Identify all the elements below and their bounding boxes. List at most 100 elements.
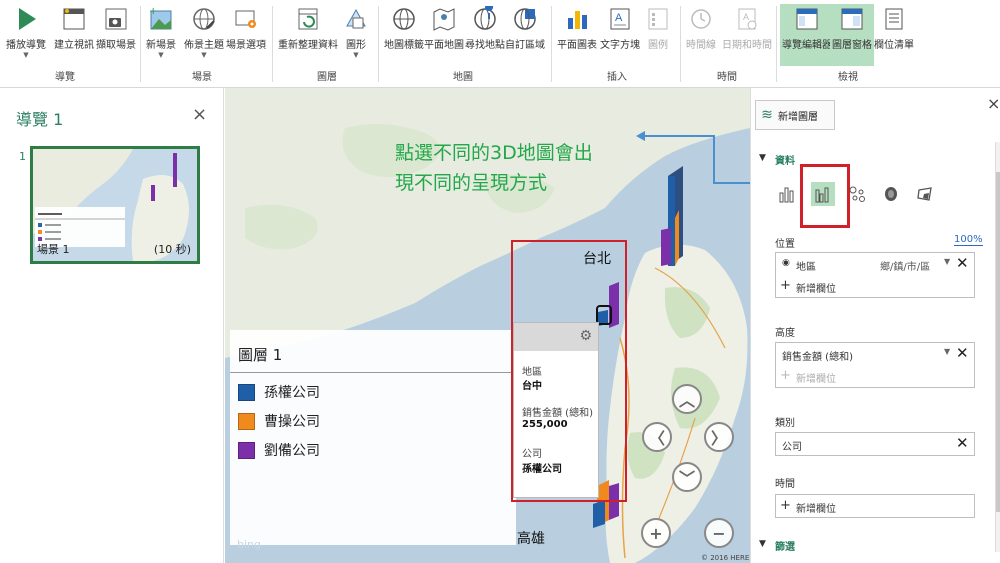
category-label: 類別 bbox=[775, 418, 795, 429]
scrollbar-thumb[interactable] bbox=[996, 172, 1000, 512]
theme-button[interactable]: 佈景主題 ▼ bbox=[184, 4, 224, 59]
zoom-in-button[interactable]: + bbox=[641, 518, 671, 548]
radio-icon[interactable]: ◉ bbox=[782, 258, 790, 268]
tour-title: 導覽 1 bbox=[16, 110, 64, 129]
layer-pane-scrollbar[interactable] bbox=[995, 142, 1000, 552]
stacked-column-icon[interactable] bbox=[775, 182, 799, 206]
pan-right-button[interactable]: 〉 bbox=[704, 422, 734, 452]
close-icon[interactable]: × bbox=[987, 94, 1000, 113]
legend-item: 孫權公司 bbox=[238, 382, 320, 402]
pan-up-button[interactable]: ︿ bbox=[672, 384, 702, 414]
tour-editor-button[interactable]: 導覽編輯器 bbox=[780, 4, 834, 66]
ribbon-divider bbox=[272, 6, 273, 82]
region-icon[interactable] bbox=[913, 182, 937, 206]
location-field-row[interactable]: ◉ 地區 鄉/鎮/市/區 ▼ ✕ bbox=[776, 253, 974, 275]
map-copyright: © 2016 HERE bbox=[701, 554, 750, 562]
play-tour-button[interactable]: 播放導覽 ▼ bbox=[6, 4, 46, 59]
scene-thumbnail[interactable]: 場景 1 (10 秒) bbox=[30, 146, 200, 264]
flat-map-button[interactable]: 平面地圖 bbox=[424, 4, 464, 51]
date-time-icon: A bbox=[733, 4, 761, 34]
map-legend[interactable]: 圖層 1 孫權公司 曹操公司 劉備公司 bbox=[230, 330, 516, 545]
height-field-box: 銷售金額 (總和) ▼ ✕ + 新增欄位 bbox=[775, 342, 975, 388]
chevron-down-icon: ▼ bbox=[23, 51, 29, 59]
group-label-map: 地圖 bbox=[453, 72, 473, 83]
text-box-button[interactable]: A 文字方塊 bbox=[600, 4, 640, 51]
bubble-icon[interactable] bbox=[845, 182, 869, 206]
scene-label: 場景 1 bbox=[37, 243, 70, 256]
new-scene-button[interactable]: + 新場景 ▼ bbox=[146, 4, 176, 59]
zoom-out-button[interactable]: − bbox=[704, 518, 734, 548]
ribbon-divider bbox=[680, 6, 681, 82]
close-icon[interactable]: × bbox=[192, 104, 207, 125]
add-field-row[interactable]: + 新增欄位 bbox=[776, 275, 974, 297]
group-label-time: 時間 bbox=[717, 72, 737, 83]
legend-swatch bbox=[238, 441, 255, 459]
create-video-button[interactable]: 建立視訊 bbox=[54, 4, 94, 51]
chevron-down-icon[interactable]: ▼ bbox=[944, 257, 950, 266]
highlight-box bbox=[511, 240, 627, 502]
section-filter-header[interactable]: 篩選 bbox=[775, 538, 795, 553]
heat-map-icon[interactable] bbox=[879, 182, 903, 206]
capture-scene-button[interactable]: 擷取場景 bbox=[96, 4, 136, 51]
2d-chart-button[interactable]: 平面圖表 bbox=[557, 4, 597, 51]
category-field-box: 公司 ✕ bbox=[775, 432, 975, 456]
custom-region-button[interactable]: 自訂區域 bbox=[505, 4, 545, 51]
pan-down-button[interactable]: ﹀ bbox=[672, 462, 702, 492]
video-icon bbox=[60, 4, 88, 34]
legend-item: 曹操公司 bbox=[238, 411, 320, 431]
chevron-down-icon[interactable]: ▼ bbox=[944, 347, 950, 356]
new-layer-icon: ≋ bbox=[761, 107, 773, 123]
plus-icon: + bbox=[780, 498, 791, 513]
collapse-triangle-icon[interactable]: ▼ bbox=[759, 539, 766, 549]
remove-field-icon[interactable]: ✕ bbox=[956, 434, 969, 452]
ribbon-divider bbox=[776, 6, 777, 82]
height-field-row[interactable]: 銷售金額 (總和) ▼ ✕ bbox=[776, 343, 974, 365]
map-labels-button[interactable]: 地圖標籤 bbox=[384, 4, 424, 51]
field-list-button[interactable]: 欄位清單 bbox=[874, 4, 914, 51]
legend-button[interactable]: 圖例 bbox=[644, 4, 672, 51]
clustered-column-icon[interactable] bbox=[811, 182, 835, 206]
timeline-icon bbox=[687, 4, 715, 34]
refresh-data-button[interactable]: 重新整理資料 bbox=[278, 4, 338, 51]
camera-icon bbox=[102, 4, 130, 34]
time-label: 時間 bbox=[775, 479, 795, 490]
map-canvas[interactable]: 點選不同的3D地圖會出 現不同的呈現方式 台北 高雄 圖層 1 孫權公司 曹操公… bbox=[225, 88, 750, 563]
category-field-row[interactable]: 公司 ✕ bbox=[776, 433, 974, 455]
layer-pane: × ≋ 新增圖層 ▼ 資料 位置 100% ◉ 地區 鄉/鎮/市/區 ▼ ✕ +… bbox=[750, 88, 1000, 563]
tour-editor-icon bbox=[793, 4, 821, 34]
time-field-box: + 新增欄位 bbox=[775, 494, 975, 518]
scene-number: 1 bbox=[19, 150, 26, 163]
location-field-box: ◉ 地區 鄉/鎮/市/區 ▼ ✕ + 新增欄位 bbox=[775, 252, 975, 298]
date-time-button[interactable]: A 日期和時間 bbox=[722, 4, 772, 51]
ribbon: 播放導覽 ▼ 建立視訊 擷取場景 導覽 + 新場景 ▼ 佈景主題 ▼ 場景選項 bbox=[0, 0, 1000, 88]
remove-field-icon[interactable]: ✕ bbox=[956, 254, 969, 272]
legend-swatch bbox=[238, 412, 255, 430]
location-match-percent[interactable]: 100% bbox=[954, 234, 983, 246]
shapes-button[interactable]: 圖形 ▼ bbox=[342, 4, 370, 59]
legend-swatch bbox=[238, 383, 255, 401]
scene-options-button[interactable]: 場景選項 bbox=[226, 4, 266, 51]
new-scene-icon: + bbox=[147, 4, 175, 34]
svg-text:+: + bbox=[149, 6, 157, 17]
location-type-dropdown[interactable]: 鄉/鎮/市/區 bbox=[880, 258, 930, 273]
bing-logo: bing bbox=[237, 538, 261, 551]
pan-left-button[interactable]: 〈 bbox=[642, 422, 672, 452]
city-label-kaohsiung: 高雄 bbox=[517, 531, 545, 547]
plus-icon: + bbox=[780, 368, 791, 383]
custom-region-icon bbox=[511, 4, 539, 34]
text-box-icon: A bbox=[606, 4, 634, 34]
section-data-header[interactable]: 資料 bbox=[775, 152, 795, 167]
add-field-row[interactable]: + 新增欄位 bbox=[776, 365, 974, 387]
collapse-triangle-icon[interactable]: ▼ bbox=[759, 153, 766, 163]
location-label: 位置 bbox=[775, 239, 795, 250]
new-layer-button[interactable]: ≋ 新增圖層 bbox=[755, 100, 835, 130]
svg-text:A: A bbox=[615, 12, 623, 24]
group-label-tour: 導覽 bbox=[55, 72, 75, 83]
remove-field-icon[interactable]: ✕ bbox=[956, 344, 969, 362]
find-location-button[interactable]: 尋找地點 bbox=[465, 4, 505, 51]
timeline-button[interactable]: 時間線 bbox=[686, 4, 716, 51]
height-label: 高度 bbox=[775, 328, 795, 339]
add-field-row[interactable]: + 新增欄位 bbox=[776, 495, 974, 517]
layer-pane-button[interactable]: 圖層窗格 bbox=[830, 4, 874, 66]
group-label-insert: 插入 bbox=[607, 72, 627, 83]
